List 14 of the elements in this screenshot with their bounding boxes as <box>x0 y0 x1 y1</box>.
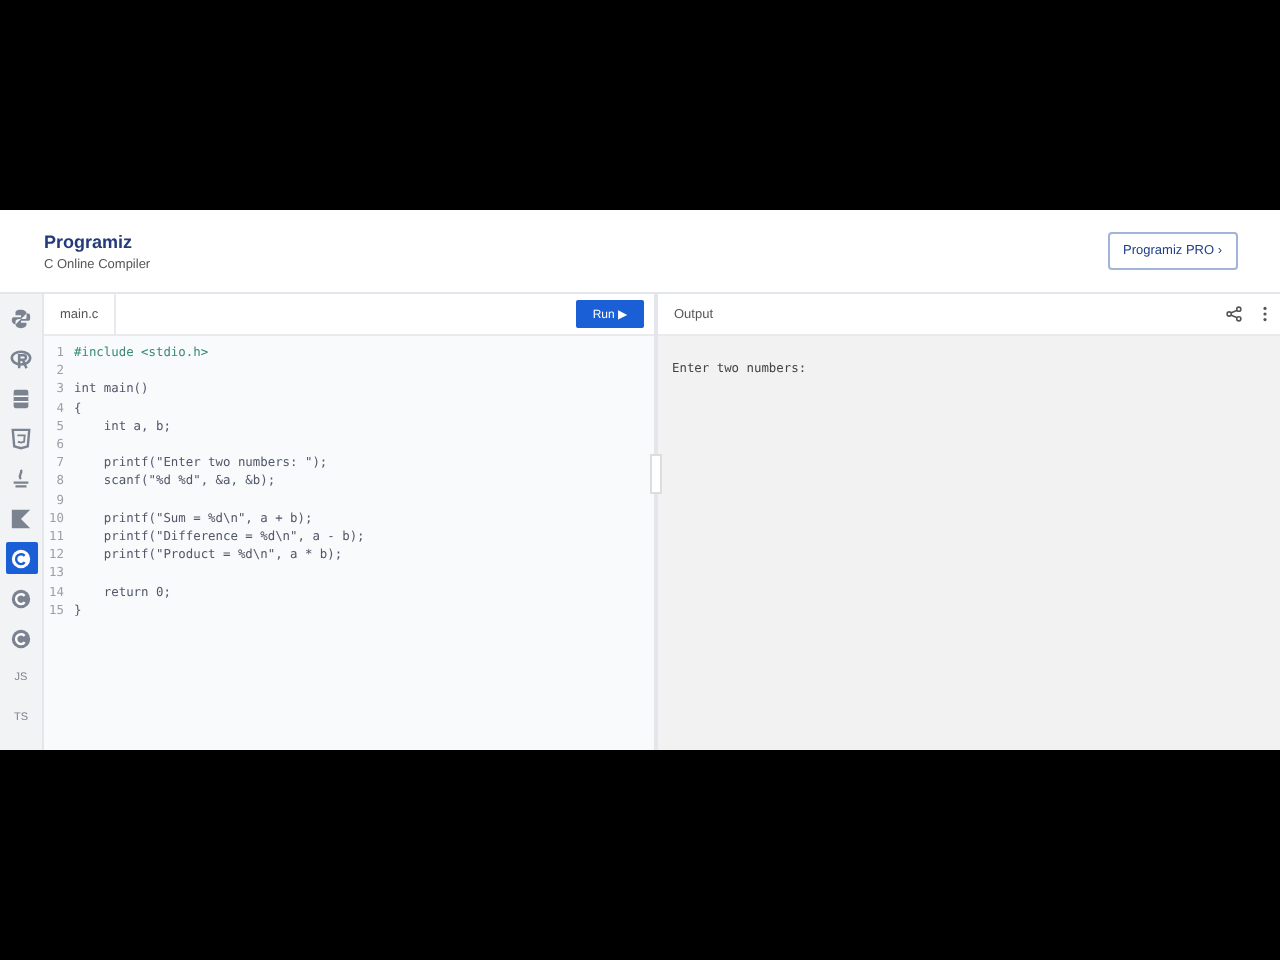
resize-handle[interactable] <box>650 454 662 494</box>
cpp-icon <box>10 587 32 609</box>
r-icon <box>10 347 32 369</box>
database-icon <box>10 387 32 409</box>
html-icon <box>10 427 32 449</box>
java-cup-icon <box>10 467 32 489</box>
csharp-icon <box>10 627 32 649</box>
logo[interactable]: Programiz <box>44 231 151 251</box>
kotlin-icon <box>10 507 32 529</box>
more-icon[interactable] <box>1262 306 1268 322</box>
share-icon[interactable] <box>1226 306 1242 322</box>
c-icon <box>10 547 32 569</box>
python-icon <box>10 307 32 329</box>
language-tab[interactable] <box>5 542 37 574</box>
